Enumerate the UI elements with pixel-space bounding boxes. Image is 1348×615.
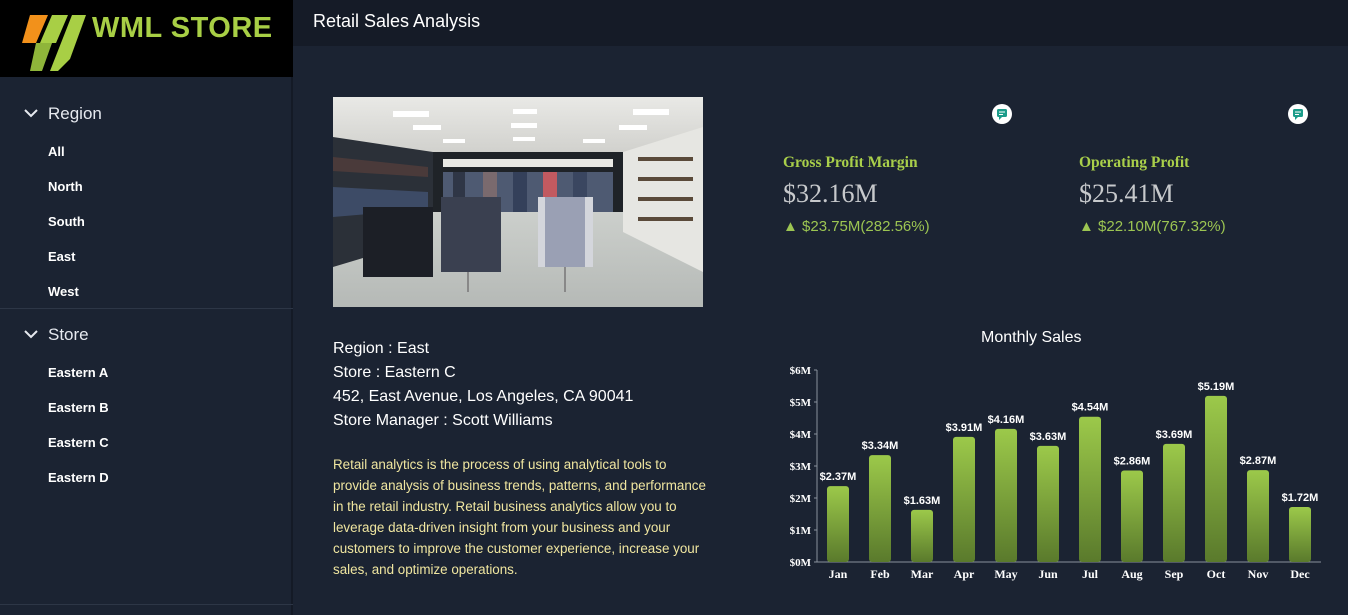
sidebar-divider [0, 604, 293, 605]
data-label: $4.54M [1072, 402, 1109, 414]
data-label: $2.86M [1114, 455, 1151, 467]
kpi-gross-profit-delta: ▲ $23.75M(282.56%) [783, 218, 930, 235]
store-description: Retail analytics is the process of using… [333, 457, 706, 577]
data-label: $4.16M [988, 414, 1025, 426]
y-tick-label: $4M [790, 429, 812, 441]
bar-mar[interactable] [911, 509, 933, 562]
x-tick-label: Mar [911, 567, 934, 581]
kpi-gross-profit-delta-text: $23.75M(282.56%) [802, 218, 930, 235]
data-label: $1.72M [1282, 492, 1319, 504]
store-name: Store : Eastern C [333, 364, 456, 381]
logo[interactable]: WML STORE [0, 0, 293, 77]
data-label: $1.63M [904, 495, 941, 507]
x-tick-label: Feb [870, 567, 890, 581]
store-group-label: Store [48, 325, 89, 344]
page-title: Retail Sales Analysis [313, 11, 481, 31]
bar-jun[interactable] [1037, 445, 1059, 562]
triangle-up-icon: ▲ [1079, 218, 1099, 235]
y-tick-label: $6M [790, 365, 812, 377]
data-label: $2.87M [1240, 455, 1277, 467]
kpi-operating-profit-title: Operating Profit [1079, 154, 1190, 171]
brand-name: WML STORE [92, 12, 273, 44]
bar-jan[interactable] [827, 486, 849, 562]
monthly-sales-chart: $0M $1M $2M $3M $4M $5M $6M $2.37M Jan $3.34M Feb $… [790, 365, 1321, 581]
region-group-header[interactable]: Region [0, 100, 293, 130]
comment-icon[interactable] [1288, 104, 1308, 124]
x-tick-label: Jun [1038, 567, 1058, 581]
y-tick-label: $1M [790, 525, 812, 537]
data-label: $3.91M [946, 422, 983, 434]
x-tick-label: Apr [954, 567, 975, 581]
data-label: $3.63M [1030, 431, 1067, 443]
store-item-eastern-b[interactable]: Eastern B [48, 400, 109, 415]
x-tick-label: Jan [829, 567, 848, 581]
kpi-gross-profit-title: Gross Profit Margin [783, 154, 918, 171]
kpi-operating-profit-value: $25.41M [1079, 179, 1174, 208]
y-tick-label: $3M [790, 461, 812, 473]
y-tick-label: $2M [790, 493, 812, 505]
store-address: 452, East Avenue, Los Angeles, CA 90041 [333, 388, 634, 405]
brand-logo-mark [22, 15, 86, 71]
region-item-west[interactable]: West [48, 284, 79, 299]
store-manager: Store Manager : Scott Williams [333, 412, 553, 429]
region-item-south[interactable]: South [48, 214, 85, 229]
bar-sep[interactable] [1163, 443, 1185, 562]
x-tick-label: May [994, 567, 1017, 581]
x-tick-label: Sep [1165, 567, 1184, 581]
top-bar: Retail Sales Analysis [293, 0, 1348, 46]
store-item-eastern-c[interactable]: Eastern C [48, 435, 109, 450]
kpi-operating-profit-delta-text: $22.10M(767.32%) [1098, 218, 1226, 235]
main-content: Region : East Store : Eastern C 452, Eas… [293, 46, 1348, 615]
bar-jul[interactable] [1079, 416, 1101, 562]
app-root: WML STORE Region All North South East We… [0, 0, 1348, 615]
data-label: $3.34M [862, 440, 899, 452]
store-interior-image [333, 97, 703, 307]
y-tick-label: $0M [790, 557, 812, 569]
store-photo [333, 97, 703, 307]
region-item-east[interactable]: East [48, 249, 75, 264]
store-region: Region : East [333, 340, 430, 357]
bar-may[interactable] [995, 428, 1017, 562]
chart-title: Monthly Sales [981, 329, 1082, 346]
sidebar-divider [0, 308, 293, 309]
kpi-operating-profit-delta: ▲ $22.10M(767.32%) [1079, 218, 1226, 235]
bar-dec[interactable] [1289, 506, 1311, 562]
x-tick-label: Oct [1207, 567, 1226, 581]
store-group-header[interactable]: Store [0, 321, 293, 351]
store-item-eastern-d[interactable]: Eastern D [48, 470, 109, 485]
chevron-down-icon [24, 109, 38, 118]
region-item-all[interactable]: All [48, 144, 65, 159]
data-label: $5.19M [1198, 381, 1235, 393]
data-label: $3.69M [1156, 429, 1193, 441]
bar-feb[interactable] [869, 455, 891, 562]
x-tick-label: Dec [1290, 567, 1310, 581]
bar-nov[interactable] [1247, 470, 1269, 562]
data-label: $2.37M [820, 471, 857, 483]
chevron-down-icon [24, 330, 38, 339]
triangle-up-icon: ▲ [783, 218, 803, 235]
bar-oct[interactable] [1205, 395, 1227, 562]
region-item-north[interactable]: North [48, 179, 83, 194]
bar-apr[interactable] [953, 436, 975, 562]
region-group-label: Region [48, 104, 102, 123]
x-tick-label: Jul [1082, 567, 1099, 581]
sidebar: WML STORE Region All North South East We… [0, 0, 293, 615]
bar-aug[interactable] [1121, 470, 1143, 562]
y-tick-label: $5M [790, 397, 812, 409]
comment-icon[interactable] [992, 104, 1012, 124]
x-tick-label: Aug [1121, 567, 1142, 581]
kpi-gross-profit-value: $32.16M [783, 179, 878, 208]
store-item-eastern-a[interactable]: Eastern A [48, 365, 108, 380]
x-tick-label: Nov [1248, 567, 1269, 581]
